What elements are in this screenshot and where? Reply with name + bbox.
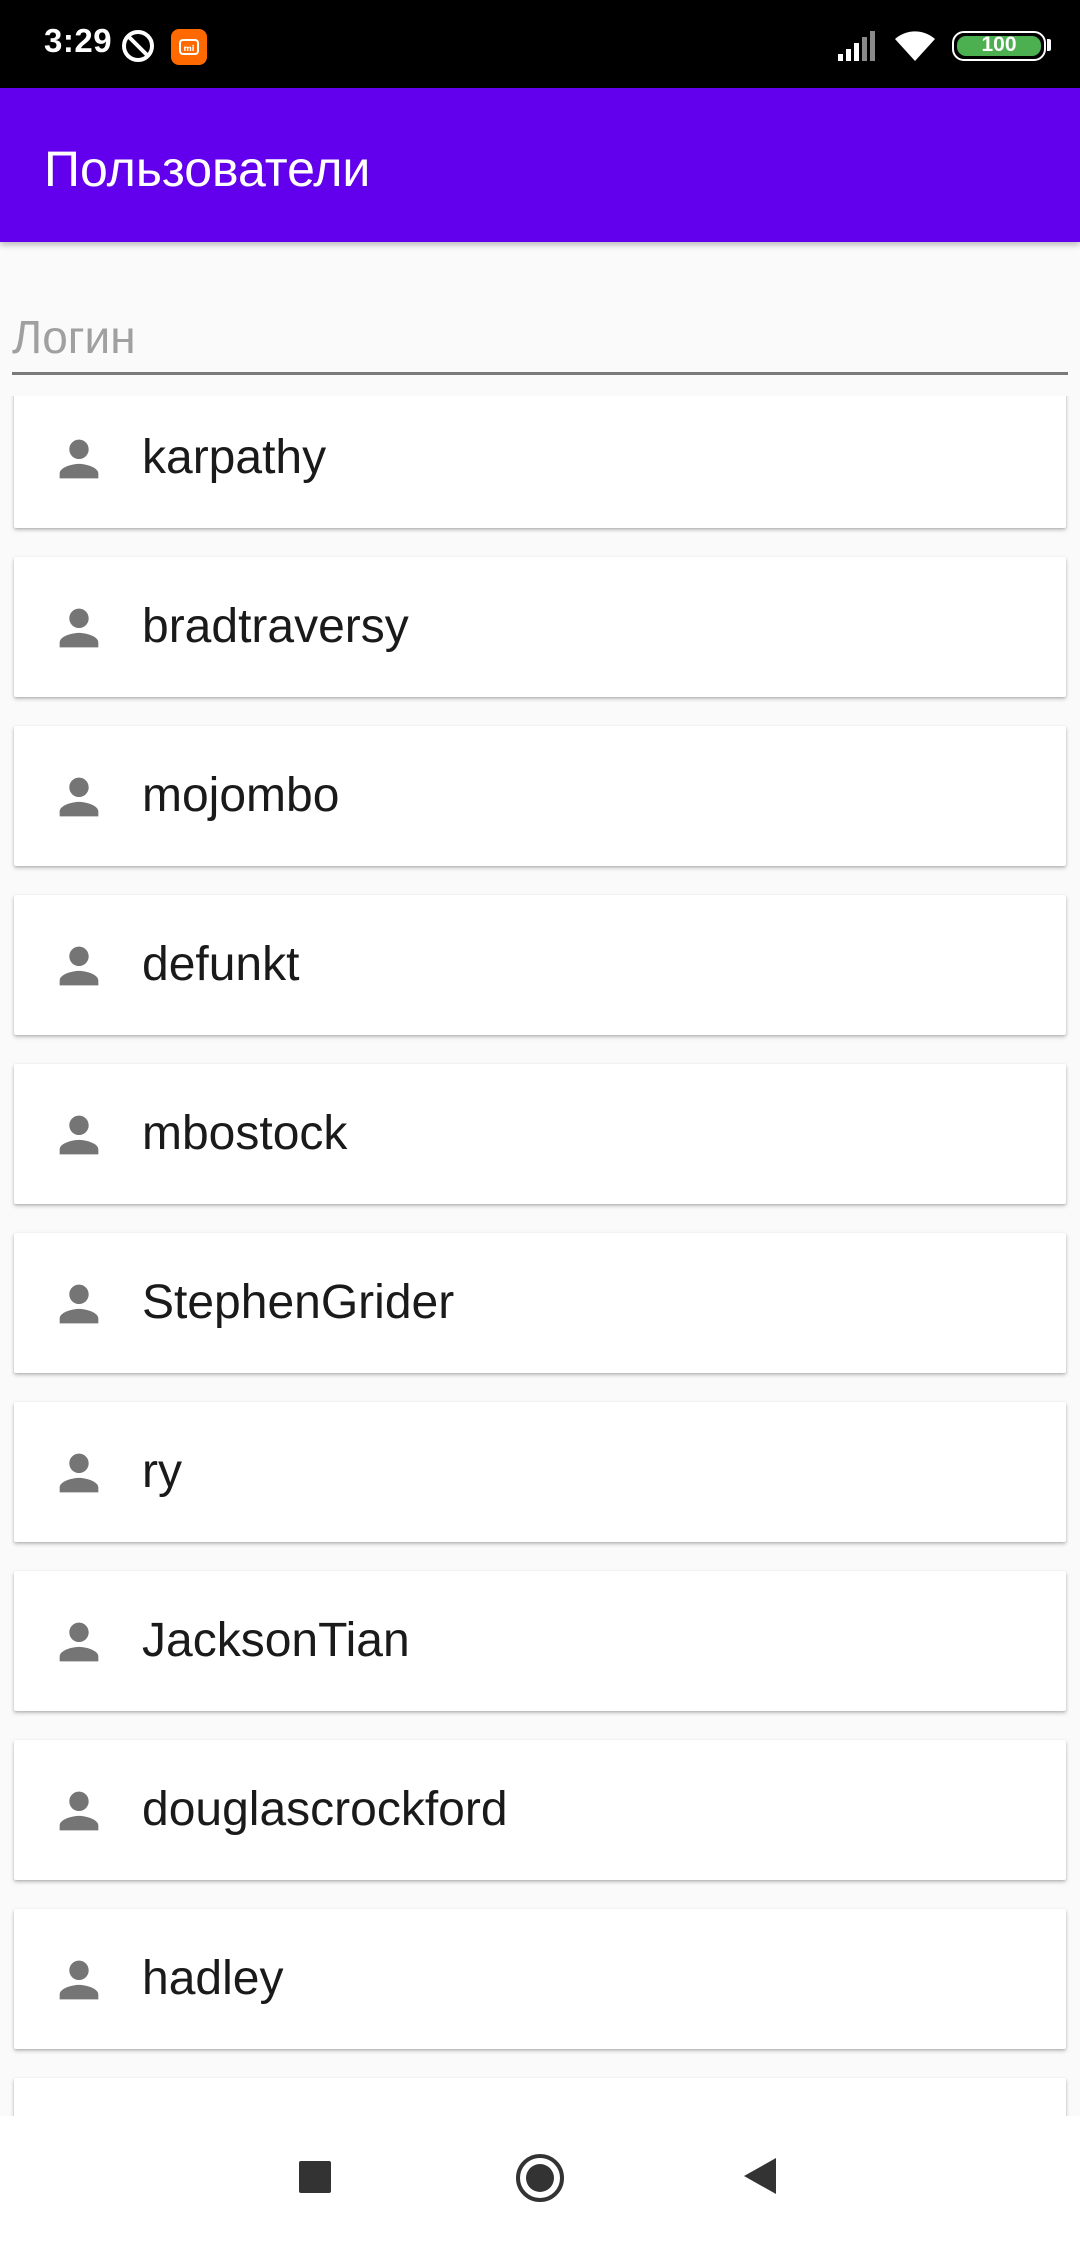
user-list-item[interactable]: ry — [14, 1402, 1066, 1542]
user-login: douglascrockford — [142, 1783, 508, 1836]
user-list-item[interactable]: defunkt — [14, 895, 1066, 1035]
app-bar: Пользователи — [0, 88, 1080, 242]
person-icon — [59, 1115, 99, 1155]
person-icon — [59, 1284, 99, 1324]
user-login: defunkt — [142, 938, 300, 991]
person-icon — [59, 1622, 99, 1662]
user-list-item[interactable]: karpathy — [14, 396, 1066, 528]
status-bar: 3:29 mi 100 — [0, 0, 1080, 88]
person-icon — [59, 1791, 99, 1831]
mi-app-icon: mi — [171, 29, 207, 65]
battery-icon: 100 — [952, 31, 1052, 61]
user-login: JacksonTian — [142, 1614, 410, 1667]
do-not-disturb-icon — [122, 30, 154, 62]
svg-text:mi: mi — [183, 44, 194, 53]
user-list-item[interactable]: bradtraversy — [14, 557, 1066, 697]
user-login: mojombo — [142, 769, 340, 822]
home-icon[interactable] — [514, 2152, 566, 2204]
user-login: ry — [142, 1445, 182, 1498]
status-time: 3:29 — [44, 22, 113, 59]
person-icon — [59, 946, 99, 986]
user-list-item[interactable]: hadley — [14, 1909, 1066, 2049]
user-login: karpathy — [142, 431, 327, 484]
person-icon — [59, 777, 99, 817]
user-login: bradtraversy — [142, 600, 409, 653]
user-list-item[interactable]: JacksonTian — [14, 1571, 1066, 1711]
back-icon[interactable] — [742, 2156, 778, 2196]
user-list-item[interactable]: douglascrockford — [14, 1740, 1066, 1880]
person-icon — [59, 608, 99, 648]
navigation-bar — [0, 2116, 1080, 2246]
person-icon — [59, 439, 99, 479]
page-title: Пользователи — [44, 141, 371, 197]
user-login: mbostock — [142, 1107, 348, 1160]
person-icon — [59, 1960, 99, 2000]
user-list-item[interactable]: mojombo — [14, 726, 1066, 866]
wifi-icon — [895, 31, 935, 61]
user-list-item[interactable]: StephenGrider — [14, 1233, 1066, 1373]
users-list[interactable]: karpathy bradtraversy mojombo defunkt mb… — [0, 396, 1080, 2116]
user-login: hadley — [142, 1952, 284, 2005]
user-list-item[interactable]: mbostock — [14, 1064, 1066, 1204]
person-icon — [59, 1453, 99, 1493]
battery-level: 100 — [981, 33, 1017, 56]
recent-apps-icon[interactable] — [298, 2160, 332, 2194]
login-search-input[interactable] — [12, 302, 1068, 375]
user-login: StephenGrider — [142, 1276, 455, 1329]
search-area — [0, 242, 1080, 396]
cellular-signal-icon — [838, 31, 875, 61]
user-list-item-partial[interactable] — [14, 2078, 1066, 2116]
